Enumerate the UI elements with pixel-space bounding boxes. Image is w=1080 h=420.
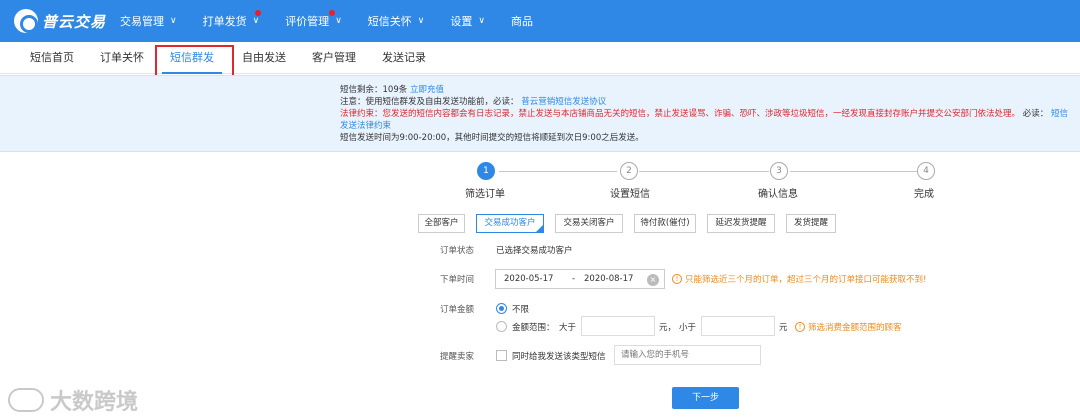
- max-amount-input[interactable]: [701, 316, 775, 336]
- min-amount-input[interactable]: [581, 316, 655, 336]
- date-separator: -: [572, 274, 576, 284]
- next-button[interactable]: 下一步: [672, 387, 739, 409]
- yuan-label: 元: [779, 323, 788, 333]
- law-line: 法律约束：您发送的短信内容都会有日志记录，禁止发送与本店铺商品无关的短信，禁止发…: [340, 108, 1070, 132]
- radio-unlimited[interactable]: [496, 303, 507, 314]
- info-icon: !: [672, 274, 682, 284]
- radio-amount-range-label: 金额范围：: [512, 323, 555, 333]
- agreement-link[interactable]: 普云营销短信发送协议: [521, 97, 606, 107]
- watermark-text: 大数跨境: [50, 390, 139, 415]
- order-amount-label: 订单金额: [440, 305, 475, 315]
- step-1-label: 筛选订单: [465, 189, 505, 200]
- order-status-label: 订单状态: [440, 246, 475, 256]
- chevron-down-icon: ∨: [417, 16, 425, 26]
- agreement-note: 注意：使用短信群发及自由发送功能前，必读：: [340, 97, 519, 107]
- brand-logo[interactable]: 普云交易: [14, 9, 110, 33]
- law-must-read: 必读：: [1022, 109, 1049, 119]
- nav-label: 评价管理: [285, 15, 330, 28]
- nav-item-shipping[interactable]: 打单发货 ∨: [202, 10, 261, 29]
- law-warning: 法律约束：您发送的短信内容都会有日志记录，禁止发送与本店铺商品无关的短信，禁止发…: [340, 109, 1021, 119]
- tab-order-care[interactable]: 订单关怀: [100, 42, 144, 73]
- nav-label: 短信关怀: [367, 15, 412, 28]
- radio-unlimited-label: 不限: [512, 305, 530, 315]
- radio-amount-range[interactable]: [496, 321, 507, 332]
- clear-date-icon[interactable]: ×: [647, 274, 659, 286]
- filter-pending-payment[interactable]: 待付款(催付): [634, 214, 696, 233]
- step-connector: [639, 171, 769, 172]
- amount-range-tip: ! 筛选消费金额范围的顾客: [795, 321, 902, 333]
- nav-item-sms-care[interactable]: 短信关怀 ∨: [368, 13, 425, 29]
- step-connector: [790, 171, 918, 172]
- chevron-down-icon: ∨: [478, 16, 485, 26]
- top-navbar: 普云交易 交易管理 ∨ 打单发货 ∨ 评价管理 ∨ 短信关怀 ∨ 设置 ∨ 商品: [0, 0, 1080, 42]
- nav-item-reviews[interactable]: 评价管理 ∨: [285, 10, 342, 29]
- remind-checkbox-label: 同时给我发送该类型短信: [512, 352, 606, 362]
- nav-item-settings[interactable]: 设置 ∨: [450, 13, 485, 29]
- amount-range-tip-text: 筛选消费金额范围的顾客: [808, 323, 902, 333]
- step-3-label: 确认信息: [758, 189, 798, 200]
- step-2-circle: 2: [620, 162, 638, 180]
- nav-label: 打单发货: [202, 15, 247, 28]
- date-range-picker[interactable]: 2020-05-17 - 2020-08-17 ×: [495, 269, 665, 289]
- step-4-label: 完成: [914, 189, 934, 200]
- step-4-circle: 4: [917, 162, 935, 180]
- watermark: 大数跨境: [8, 384, 138, 416]
- tab-sms-home[interactable]: 短信首页: [30, 42, 74, 73]
- yuan-label: 元，: [659, 323, 677, 333]
- less-than-label: 小于: [679, 323, 697, 333]
- info-icon: !: [795, 322, 805, 332]
- brand-name: 普云交易: [42, 12, 107, 31]
- sms-balance: 短信剩余：109条: [340, 85, 408, 95]
- date-end: 2020-08-17: [584, 274, 634, 284]
- phone-input[interactable]: [614, 345, 761, 365]
- step-3-circle: 3: [770, 162, 788, 180]
- sms-balance-line: 短信剩余：109条 立即充值: [340, 84, 1070, 96]
- nav-item-trade[interactable]: 交易管理 ∨: [120, 13, 177, 29]
- nav-label: 设置: [450, 15, 473, 28]
- notice-panel: 短信剩余：109条 立即充值 注意：使用短信群发及自由发送功能前，必读： 普云营…: [0, 75, 1080, 152]
- filter-delayed-shipping[interactable]: 延迟发货提醒: [707, 214, 775, 233]
- tab-customer-management[interactable]: 客户管理: [312, 42, 356, 73]
- progress-steps: 1 2 3 4 筛选订单 设置短信 确认信息 完成: [440, 162, 970, 202]
- tab-free-send[interactable]: 自由发送: [242, 42, 286, 73]
- chevron-down-icon: ∨: [252, 16, 260, 26]
- brand-logo-icon: [14, 9, 38, 33]
- chevron-down-icon: ∨: [335, 16, 342, 26]
- step-2-label: 设置短信: [610, 189, 650, 200]
- watermark-logo-icon: [8, 388, 44, 412]
- remind-checkbox[interactable]: [496, 350, 507, 361]
- chevron-down-icon: ∨: [170, 16, 177, 26]
- filter-shipping-reminder[interactable]: 发货提醒: [786, 214, 836, 233]
- filter-successful-customers[interactable]: 交易成功客户: [476, 214, 544, 233]
- order-time-label: 下单时间: [440, 275, 475, 285]
- filter-closed-customers[interactable]: 交易关闭客户: [555, 214, 623, 233]
- tab-send-records[interactable]: 发送记录: [382, 42, 426, 73]
- agreement-line: 注意：使用短信群发及自由发送功能前，必读： 普云营销短信发送协议: [340, 96, 1070, 108]
- remind-seller-label: 提醒卖家: [440, 352, 475, 362]
- greater-than-label: 大于: [559, 323, 577, 333]
- nav-label: 交易管理: [120, 15, 164, 28]
- step-1-circle: 1: [477, 162, 495, 180]
- time-warning-text: 只能筛选近三个月的订单，超过三个月的订单接口可能获取不到!: [685, 275, 927, 285]
- notification-dot: [254, 10, 261, 16]
- recharge-link[interactable]: 立即充值: [410, 85, 444, 95]
- order-status-value: 已选择交易成功客户: [496, 246, 573, 256]
- nav-label: 商品: [510, 15, 533, 28]
- date-start: 2020-05-17: [504, 274, 554, 284]
- time-warning: ! 只能筛选近三个月的订单，超过三个月的订单接口可能获取不到!: [672, 273, 926, 285]
- nav-item-products[interactable]: 商品: [511, 13, 533, 29]
- filter-all-customers[interactable]: 全部客户: [418, 214, 465, 233]
- send-time-note: 短信发送时间为9:00-20:00，其他时间提交的短信将顺延到次日9:00之后发…: [340, 133, 644, 143]
- step-connector: [499, 171, 617, 172]
